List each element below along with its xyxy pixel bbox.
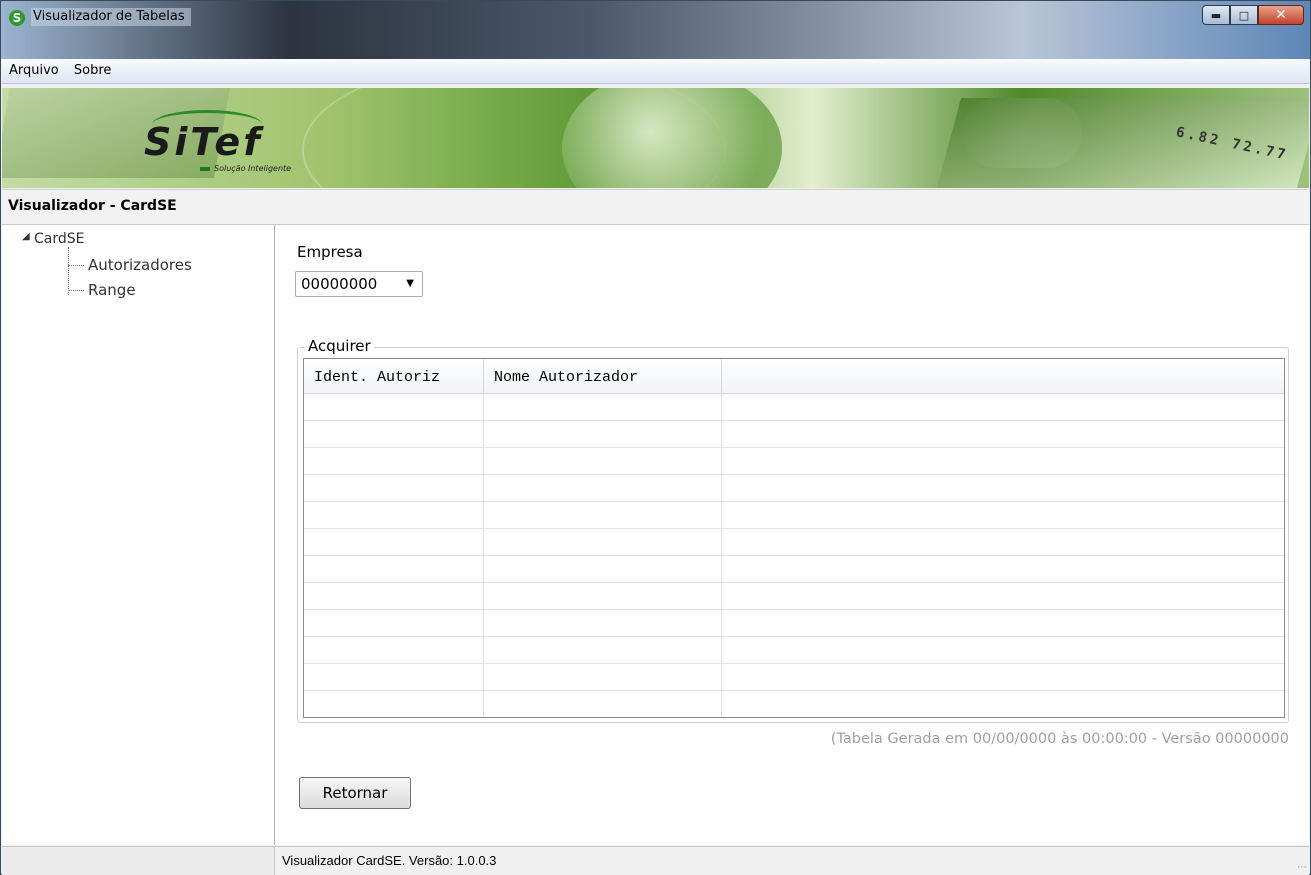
table-row[interactable]: [304, 474, 1284, 502]
tree-connector: [68, 290, 84, 291]
empresa-dropdown[interactable]: 00000000 ▼: [295, 271, 423, 297]
window-controls: ▬ □ ✕: [1202, 5, 1304, 27]
title-bar[interactable]: S Visualizador de Tabelas ▬ □ ✕: [1, 1, 1310, 59]
column-header-nome-autorizador[interactable]: Nome Autorizador: [494, 369, 638, 386]
close-button[interactable]: ✕: [1258, 5, 1304, 25]
column-divider[interactable]: [721, 359, 722, 393]
table-row[interactable]: [304, 555, 1284, 583]
main-content: Empresa 00000000 ▼ Acquirer Ident. Autor…: [275, 225, 1309, 845]
section-header: Visualizador - CardSE: [2, 189, 1309, 225]
tree-item-autorizadores[interactable]: Autorizadores: [88, 256, 192, 274]
table-generated-info: (Tabela Gerada em 00/00/0000 às 00:00:00…: [830, 731, 1289, 747]
column-divider[interactable]: [483, 359, 484, 393]
banner-globe-image: [562, 88, 782, 188]
acquirer-table[interactable]: Ident. Autoriz Nome Autorizador: [303, 358, 1285, 718]
application-window: S Visualizador de Tabelas ▬ □ ✕ Arquivo …: [0, 0, 1311, 875]
app-icon[interactable]: S: [9, 10, 25, 26]
tree-panel: ◢ CardSE Autorizadores Range: [2, 225, 275, 845]
minimize-icon: ▬: [1210, 8, 1222, 22]
tree-connector: [68, 265, 84, 266]
minimize-button[interactable]: ▬: [1202, 5, 1230, 25]
column-header-ident-autoriz[interactable]: Ident. Autoriz: [314, 369, 440, 386]
retornar-button[interactable]: Retornar: [299, 777, 411, 809]
table-row[interactable]: [304, 609, 1284, 637]
dropdown-arrow-icon: ▼: [406, 278, 414, 289]
expand-arrow-icon[interactable]: ◢: [22, 231, 30, 242]
table-row[interactable]: [304, 447, 1284, 475]
table-header: Ident. Autoriz Nome Autorizador: [304, 359, 1284, 394]
menu-arquivo[interactable]: Arquivo: [4, 59, 64, 78]
menu-bar: Arquivo Sobre: [2, 59, 1309, 84]
empresa-label: Empresa: [297, 243, 363, 261]
tree-item-label: CardSE: [34, 231, 85, 247]
status-bar: Visualizador CardSE. Versão: 1.0.0.3 ⋯: [2, 846, 1309, 875]
acquirer-legend: Acquirer: [305, 337, 374, 355]
tree-connector: [68, 247, 69, 295]
window-title: Visualizador de Tabelas: [31, 8, 191, 26]
table-row[interactable]: [304, 393, 1284, 421]
maximize-icon: □: [1238, 8, 1250, 22]
table-row[interactable]: [304, 582, 1284, 610]
status-text: Visualizador CardSE. Versão: 1.0.0.3: [282, 853, 497, 868]
table-row[interactable]: [304, 636, 1284, 664]
tree-item-range[interactable]: Range: [88, 281, 136, 299]
section-title: Visualizador - CardSE: [8, 198, 177, 214]
logo-tagline: Solução Inteligente: [200, 164, 291, 173]
empresa-selected-value: 00000000: [301, 275, 378, 293]
tree-item-cardse[interactable]: ◢ CardSE: [22, 231, 85, 247]
header-banner: SiTef Solução Inteligente 6.82 72.77: [2, 88, 1309, 188]
table-row[interactable]: [304, 663, 1284, 691]
table-row[interactable]: [304, 528, 1284, 556]
menu-sobre[interactable]: Sobre: [69, 59, 117, 78]
sitef-logo: SiTef: [144, 120, 263, 164]
table-row[interactable]: [304, 501, 1284, 529]
table-row[interactable]: [304, 420, 1284, 448]
resize-grip-icon[interactable]: ⋯: [1297, 862, 1307, 873]
status-bar-left-panel: [2, 847, 275, 875]
maximize-button[interactable]: □: [1230, 5, 1258, 25]
close-icon: ✕: [1275, 7, 1287, 23]
